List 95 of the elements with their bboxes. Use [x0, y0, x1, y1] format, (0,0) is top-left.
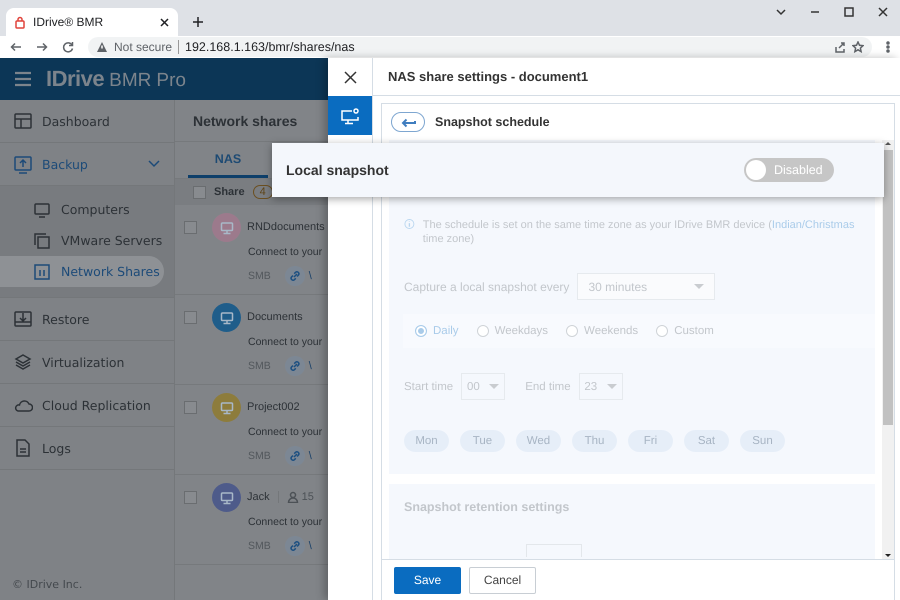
sidebar-item[interactable]: Virtualization: [0, 341, 174, 384]
warning-icon: [96, 41, 108, 53]
day-pill[interactable]: Sun: [740, 430, 785, 452]
sidebar-subitem[interactable]: Network Shares: [0, 256, 164, 287]
share-name[interactable]: RNDdocuments: [247, 221, 325, 233]
user-icon: [286, 491, 299, 503]
maximize-icon[interactable]: [844, 7, 854, 17]
more-icon[interactable]: [886, 41, 890, 53]
sidebar-item[interactable]: Cloud Replication: [0, 384, 174, 427]
back-arrow-icon: [400, 116, 416, 128]
frequency-dropdown[interactable]: 30 minutes: [577, 273, 716, 300]
link-button[interactable]: [284, 356, 305, 376]
upload-icon: [13, 154, 33, 174]
browser-tab[interactable]: IDrive® BMR: [6, 8, 178, 36]
share-path[interactable]: \: [308, 450, 312, 462]
day-pill[interactable]: Wed: [516, 430, 561, 452]
day-pill[interactable]: Thu: [572, 430, 617, 452]
dashboard-icon: [13, 111, 33, 131]
monitor-icon: [220, 490, 234, 504]
share-icon[interactable]: [834, 41, 846, 53]
back-button[interactable]: [391, 112, 425, 132]
day-pill[interactable]: Mon: [404, 430, 449, 452]
day-pill[interactable]: Fri: [628, 430, 673, 452]
checkbox[interactable]: [193, 186, 206, 198]
checkbox[interactable]: [184, 400, 197, 414]
checkbox[interactable]: [184, 490, 197, 504]
rail-tab[interactable]: [328, 96, 372, 135]
share-name[interactable]: Documents: [247, 311, 303, 323]
checkbox[interactable]: [184, 220, 197, 234]
url-text: 192.168.1.163/bmr/shares/nas: [185, 40, 355, 54]
link-icon: [288, 540, 301, 552]
copyright-text: © IDrive Inc.: [11, 578, 84, 593]
link-icon: [288, 360, 301, 372]
cancel-button[interactable]: Cancel: [469, 566, 536, 594]
link-icon: [288, 270, 301, 282]
monitor-gear-icon: [340, 106, 360, 124]
sidebar-item[interactable]: Restore: [0, 298, 174, 341]
close-icon[interactable]: [159, 16, 170, 28]
radio-option[interactable]: Daily: [415, 325, 459, 337]
share-name[interactable]: Jack: [247, 491, 270, 503]
star-icon[interactable]: [852, 41, 864, 53]
radio-button[interactable]: [566, 325, 578, 337]
day-pill[interactable]: Tue: [460, 430, 505, 452]
radio-button[interactable]: [415, 325, 427, 337]
panel-title: NAS share settings - document1: [373, 58, 900, 96]
security-label: Not secure: [114, 40, 180, 54]
info-icon: [404, 218, 415, 230]
chevron-down-icon[interactable]: [776, 7, 786, 17]
monitor-icon: [220, 310, 234, 324]
down-arrow-icon: [884, 553, 892, 559]
menu-icon[interactable]: [14, 70, 32, 88]
layers-icon: [13, 352, 33, 372]
link-button[interactable]: [284, 536, 305, 556]
share-path[interactable]: \: [308, 270, 312, 282]
forward-arrow-icon[interactable]: [36, 41, 48, 53]
back-arrow-icon[interactable]: [10, 41, 22, 53]
share-path[interactable]: \: [308, 360, 312, 372]
section-title: Snapshot schedule: [435, 115, 550, 129]
sidebar-subitem[interactable]: Computers: [0, 194, 164, 225]
share-description: Connect to your: [247, 426, 324, 438]
radio-button[interactable]: [656, 325, 668, 337]
day-pill[interactable]: Sat: [684, 430, 729, 452]
copies-icon: [32, 230, 52, 250]
link-button[interactable]: [284, 266, 305, 286]
sidebar-item[interactable]: Dashboard: [0, 100, 174, 143]
share-description: Connect to your: [247, 246, 324, 258]
share-description: Connect to your: [247, 336, 324, 348]
close-icon[interactable]: [878, 7, 888, 17]
sidebar-subitem[interactable]: VMware Servers: [0, 225, 164, 256]
share-description: Connect to your: [247, 516, 324, 528]
monitor-icon: [220, 400, 234, 414]
address-bar[interactable]: Not secure 192.168.1.163/bmr/shares/nas: [88, 37, 872, 57]
share-name[interactable]: Project002: [247, 401, 300, 413]
download-icon: [13, 309, 33, 329]
column-header: Share: [214, 186, 245, 198]
grid-icon: [32, 262, 52, 282]
sidebar-item[interactable]: Logs: [0, 427, 174, 470]
reload-icon[interactable]: [62, 41, 74, 53]
lock-icon: [14, 16, 26, 28]
radio-button[interactable]: [476, 325, 489, 337]
plus-icon[interactable]: [192, 16, 204, 28]
monitor-icon: [220, 220, 234, 234]
close-icon[interactable]: [342, 70, 358, 84]
link-button[interactable]: [284, 446, 305, 466]
save-button[interactable]: Save: [394, 566, 461, 594]
logo: IDrive BMR Pro: [46, 66, 186, 92]
toggle-switch[interactable]: Disabled: [744, 158, 834, 182]
setting-label: Local snapshot: [286, 162, 389, 178]
up-arrow-icon: [884, 140, 892, 146]
link-icon: [288, 450, 301, 462]
timezone-link[interactable]: Indian/Christmas: [772, 219, 854, 231]
checkbox[interactable]: [184, 310, 197, 324]
scrollbar[interactable]: [882, 140, 894, 559]
tab-title: IDrive® BMR: [33, 15, 104, 29]
share-path[interactable]: \: [308, 540, 312, 552]
